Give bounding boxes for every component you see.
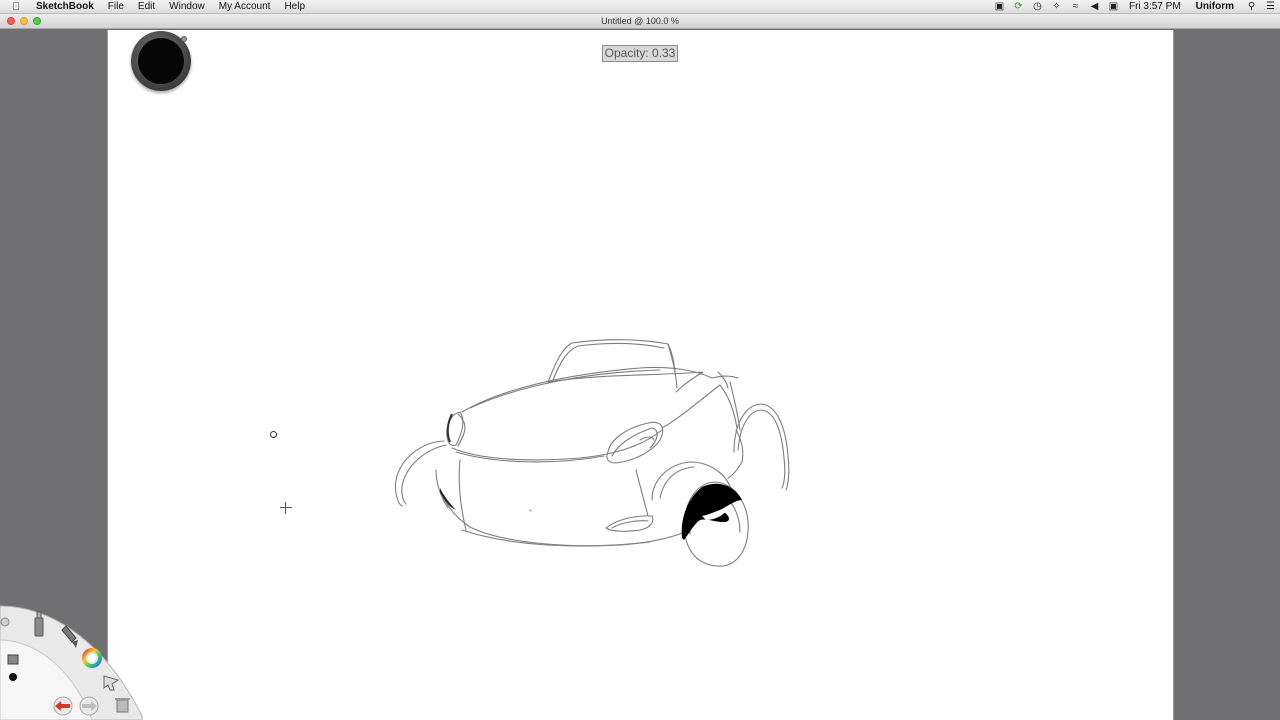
time-machine-icon[interactable]: ◷: [1028, 0, 1047, 14]
puck-handle-icon: [181, 36, 187, 42]
bluetooth-icon[interactable]: ✧: [1047, 0, 1066, 14]
layer-icon[interactable]: [7, 654, 19, 665]
menu-clock[interactable]: Fri 3:57 PM: [1123, 0, 1188, 14]
menu-help[interactable]: Help: [277, 0, 312, 14]
window-title: Untitled @ 100.0 %: [601, 16, 679, 26]
wifi-icon[interactable]: ≈: [1066, 0, 1085, 14]
menu-window[interactable]: Window: [162, 0, 212, 14]
menu-bar:  SketchBook File Edit Window My Account…: [0, 0, 1280, 14]
brush-library-icon[interactable]: [0, 617, 10, 627]
camera-icon[interactable]: ▣: [990, 0, 1009, 14]
spotlight-icon[interactable]: ⚲: [1242, 0, 1261, 14]
input-menu-icon[interactable]: ▣: [1104, 0, 1123, 14]
apple-logo-icon[interactable]: : [12, 0, 26, 14]
crosshair-cursor: [280, 502, 292, 514]
volume-icon[interactable]: ◀: [1085, 0, 1104, 14]
menu-user[interactable]: Uniform: [1188, 0, 1242, 14]
status-area: ▣ ⟳ ◷ ✧ ≈ ◀ ▣ Fri 3:57 PM Uniform ⚲ ☰: [990, 0, 1280, 14]
opacity-readout: Opacity: 0.33: [602, 45, 678, 62]
brush-dot-icon[interactable]: [9, 673, 17, 681]
menu-file[interactable]: File: [101, 0, 131, 14]
redo-icon[interactable]: [79, 696, 99, 716]
menu-my-account[interactable]: My Account: [212, 0, 278, 14]
menu-app-name[interactable]: SketchBook: [34, 0, 101, 14]
trash-icon[interactable]: [115, 698, 130, 713]
brush-color-swatch: [138, 38, 184, 84]
undo-icon[interactable]: [53, 696, 73, 716]
menu-edit[interactable]: Edit: [131, 0, 162, 14]
sync-icon[interactable]: ⟳: [1009, 0, 1028, 14]
notification-center-icon[interactable]: ☰: [1261, 0, 1280, 14]
lagoon-toolbar: [0, 605, 143, 720]
drawing-canvas[interactable]: [107, 30, 1174, 720]
brush-cursor: [270, 431, 277, 438]
window-title-bar: Untitled @ 100.0 %: [0, 14, 1280, 29]
brush-puck[interactable]: [131, 31, 191, 91]
